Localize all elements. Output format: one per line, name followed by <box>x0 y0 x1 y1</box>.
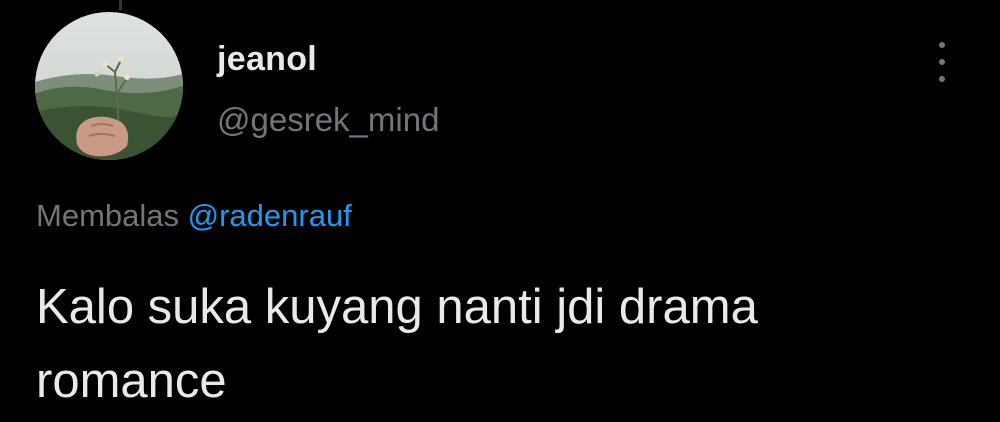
thread-connector-line <box>119 0 122 10</box>
avatar[interactable] <box>35 12 183 160</box>
tweet-text-line: romance <box>36 354 227 408</box>
tweet-text: Kalo suka kuyang nanti jdi drama romance <box>36 270 976 418</box>
author-display-name[interactable]: jeanol <box>217 40 317 79</box>
avatar-image <box>35 12 183 160</box>
author-handle[interactable]: @gesrek_mind <box>217 101 439 139</box>
reply-prefix: Membalas <box>36 198 179 233</box>
replying-to: Membalas @radenrauf <box>36 198 352 234</box>
reply-mention-link[interactable]: @radenrauf <box>188 198 352 233</box>
more-vertical-icon[interactable] <box>930 42 954 82</box>
tweet-text-line: Kalo suka kuyang nanti jdi drama <box>36 280 758 334</box>
